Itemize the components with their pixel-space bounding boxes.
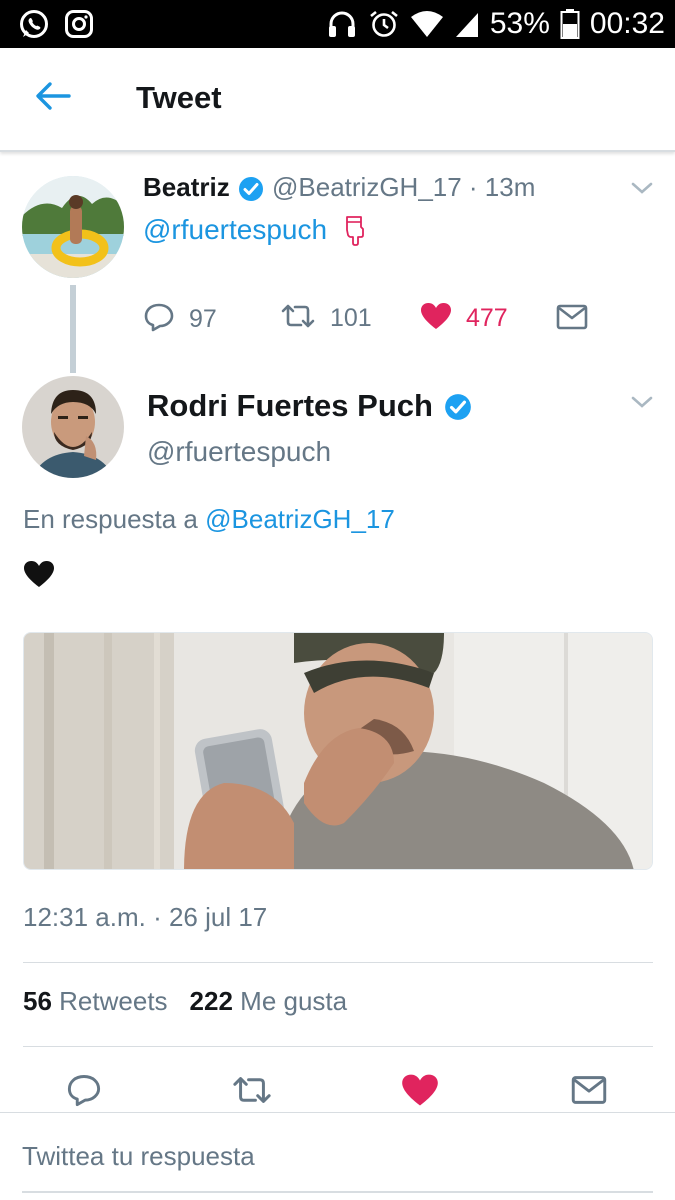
envelope-icon (556, 304, 588, 335)
verified-badge-icon (443, 392, 473, 427)
whatsapp-icon (18, 8, 50, 40)
reply-count: 97 (189, 305, 217, 333)
retweet-icon (231, 1074, 273, 1111)
thread-connector (70, 285, 76, 373)
verified-badge-icon (237, 175, 265, 208)
avatar-rodri[interactable] (22, 376, 124, 478)
parent-retweet-button[interactable]: 101 (280, 302, 372, 335)
like-button[interactable] (398, 1070, 442, 1114)
divider (23, 962, 653, 963)
app-header: Tweet (0, 48, 675, 152)
likes-count: 222 (189, 986, 233, 1016)
likes-stat[interactable]: 222 Me gusta (190, 986, 348, 1017)
reply-icon (66, 1073, 102, 1112)
retweet-icon (280, 302, 316, 335)
divider (23, 1046, 653, 1047)
status-bar: 53% 00:32 (0, 0, 675, 48)
parent-like-button[interactable]: 477 (420, 302, 508, 335)
parent-dm-button[interactable] (556, 304, 588, 335)
reply-input[interactable] (22, 1141, 642, 1172)
like-count: 477 (466, 304, 508, 332)
parent-author-name[interactable]: Beatriz (143, 172, 230, 203)
reply-prefix: En respuesta a (23, 504, 198, 534)
parent-tweet-mention[interactable]: @rfuertespuch (143, 214, 327, 246)
chevron-down-icon[interactable] (630, 180, 654, 201)
alarm-icon (368, 8, 400, 40)
reply-button[interactable] (62, 1070, 106, 1114)
battery-icon (560, 8, 580, 40)
parent-reply-button[interactable]: 97 (143, 302, 217, 337)
tweet-timestamp: 12:31 a.m. · 26 jul 17 (23, 902, 268, 932)
back-arrow-icon (35, 81, 71, 116)
headphones-icon (326, 8, 358, 40)
clock: 00:32 (589, 7, 665, 40)
avatar-beatriz[interactable] (22, 176, 124, 278)
retweets-label: Retweets (59, 986, 168, 1016)
tweet-photo[interactable] (23, 632, 653, 870)
chevron-down-icon[interactable] (630, 394, 654, 415)
retweets-count: 56 (23, 986, 52, 1016)
likes-label: Me gusta (240, 986, 348, 1016)
pointing-down-hand-icon (343, 214, 367, 251)
retweet-button[interactable] (230, 1070, 274, 1114)
reply-input-underline (22, 1191, 653, 1193)
reply-icon (143, 302, 175, 337)
back-button[interactable] (30, 78, 76, 118)
in-reply-to: En respuesta a @BeatrizGH_17 (23, 504, 395, 535)
envelope-icon (571, 1075, 607, 1110)
heart-filled-icon (420, 302, 452, 335)
reply-to-link[interactable]: @BeatrizGH_17 (205, 504, 395, 534)
page-title: Tweet (136, 80, 222, 115)
parent-handle-time: @BeatrizGH_17 · 13m (272, 172, 536, 202)
retweets-stat[interactable]: 56 Retweets (23, 986, 168, 1017)
main-author-name[interactable]: Rodri Fuertes Puch (147, 388, 433, 424)
black-heart-icon (23, 560, 55, 593)
signal-icon (454, 10, 480, 38)
engagement-stats: 56 Retweets 222 Me gusta (23, 986, 347, 1017)
main-author-handle[interactable]: @rfuertespuch (147, 436, 331, 468)
retweet-count: 101 (330, 304, 372, 332)
direct-message-button[interactable] (567, 1070, 611, 1114)
instagram-icon (64, 8, 94, 40)
reply-composer (0, 1112, 675, 1193)
heart-filled-icon (401, 1073, 439, 1112)
wifi-icon (410, 9, 444, 39)
battery-percent: 53% (489, 7, 550, 40)
